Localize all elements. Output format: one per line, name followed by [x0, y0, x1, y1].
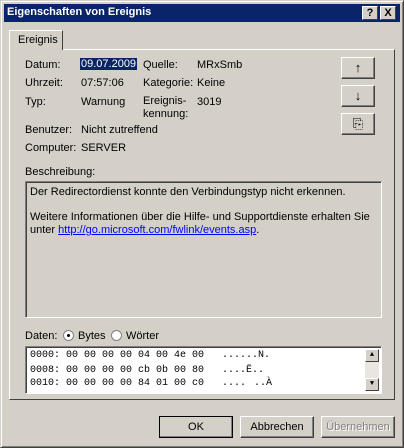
data-scrollbar[interactable]: ▲ ▼: [365, 349, 379, 391]
bytes-radio[interactable]: [63, 330, 74, 341]
event-properties-window: Eigenschaften von Ereignis ? X Ereignis …: [0, 0, 404, 448]
typ-label: Typ:: [25, 96, 46, 108]
scroll-up-button[interactable]: ▲: [365, 349, 379, 362]
copy-icon: ⎘: [352, 116, 364, 131]
data-row: 0000: 00 00 00 00 04 00 4e 00 ......N.: [30, 350, 271, 361]
arrow-down-icon: ↓: [354, 88, 362, 103]
quelle-label: Quelle:: [143, 59, 178, 71]
ereignis-label-2: kennung:: [143, 108, 189, 120]
previous-event-button[interactable]: ↑: [341, 57, 375, 79]
description-box[interactable]: Der Redirectordienst konnte den Verbindu…: [25, 181, 382, 318]
description-line-3: unter http://go.microsoft.com/fwlink/eve…: [30, 224, 259, 236]
scroll-down-button[interactable]: ▼: [365, 378, 379, 391]
data-bytes-box[interactable]: 0000: 00 00 00 00 04 00 4e 00 ......N. 0…: [25, 346, 382, 394]
next-event-button[interactable]: ↓: [341, 85, 375, 107]
tab-label: Ereignis: [18, 34, 58, 46]
computer-value[interactable]: SERVER: [81, 142, 126, 154]
help-link[interactable]: http://go.microsoft.com/fwlink/events.as…: [58, 224, 256, 236]
words-label[interactable]: Wörter: [126, 330, 159, 342]
benutzer-label: Benutzer:: [25, 124, 73, 136]
window-title: Eigenschaften von Ereignis: [7, 6, 152, 18]
description-label: Beschreibung:: [25, 166, 96, 178]
help-button[interactable]: ?: [362, 6, 378, 20]
quelle-value[interactable]: MRxSmb: [197, 59, 242, 71]
ereignis-value[interactable]: 3019: [197, 96, 221, 108]
datum-label: Datum:: [25, 59, 61, 71]
data-row: 0010: 00 00 00 00 84 01 00 c0 ......À: [30, 378, 273, 389]
description-line-3-prefix: unter: [30, 224, 59, 236]
uhrzeit-value[interactable]: 07:57:06: [81, 77, 124, 89]
apply-button[interactable]: Übernehmen: [321, 416, 395, 438]
datum-value[interactable]: 09.07.2009: [80, 58, 138, 70]
arrow-up-icon: ↑: [354, 60, 362, 75]
description-line-1: Der Redirectordienst konnte den Verbindu…: [30, 186, 346, 198]
cancel-button[interactable]: Abbrechen: [240, 416, 314, 438]
copy-button[interactable]: ⎘: [341, 113, 375, 135]
scroll-up-icon: ▲: [369, 351, 375, 359]
description-line-3-suffix: .: [256, 224, 260, 236]
ereignis-label-1: Ereignis-: [143, 95, 187, 107]
typ-value[interactable]: Warnung: [81, 96, 125, 108]
uhrzeit-label: Uhrzeit:: [25, 77, 63, 89]
computer-label: Computer:: [25, 142, 77, 154]
kategorie-label: Kategorie:: [143, 77, 194, 89]
benutzer-value[interactable]: Nicht zutreffend: [81, 124, 158, 136]
scroll-down-icon: ▼: [369, 380, 375, 388]
kategorie-value[interactable]: Keine: [197, 77, 225, 89]
ok-button[interactable]: OK: [159, 416, 233, 438]
bytes-label[interactable]: Bytes: [78, 330, 106, 342]
words-radio[interactable]: [111, 330, 122, 341]
data-row: 0008: 00 00 00 00 cb 0b 00 80 ....Ë..: [30, 365, 273, 376]
title-bar[interactable]: Eigenschaften von Ereignis ? X: [4, 4, 400, 22]
description-line-2: Weitere Informationen über die Hilfe- un…: [30, 211, 370, 223]
data-label: Daten:: [25, 330, 58, 342]
close-button[interactable]: X: [380, 6, 396, 20]
tab-ereignis[interactable]: Ereignis: [9, 30, 63, 50]
